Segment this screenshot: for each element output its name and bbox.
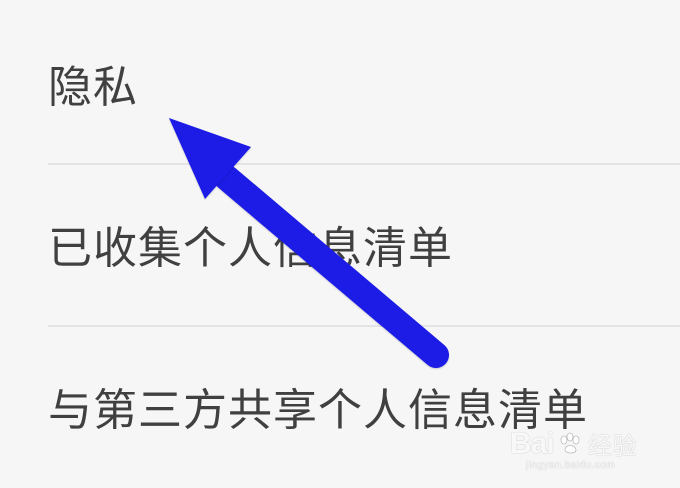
third-party-sharing-info-list-label: 与第三方共享个人信息清单 — [48, 385, 588, 436]
third-party-sharing-info-list-item[interactable]: 与第三方共享个人信息清单 — [0, 327, 680, 488]
collected-personal-info-list-item[interactable]: 已收集个人信息清单 — [0, 165, 680, 327]
collected-personal-info-list-label: 已收集个人信息清单 — [48, 223, 453, 274]
privacy-settings-item[interactable]: 隐私 — [0, 0, 680, 165]
phone-screen: 隐私 已收集个人信息清单 与第三方共享个人信息清单 Bai 经验 jingyan… — [0, 0, 680, 488]
privacy-settings-label: 隐私 — [48, 62, 138, 113]
settings-list: 隐私 已收集个人信息清单 与第三方共享个人信息清单 — [0, 0, 680, 488]
